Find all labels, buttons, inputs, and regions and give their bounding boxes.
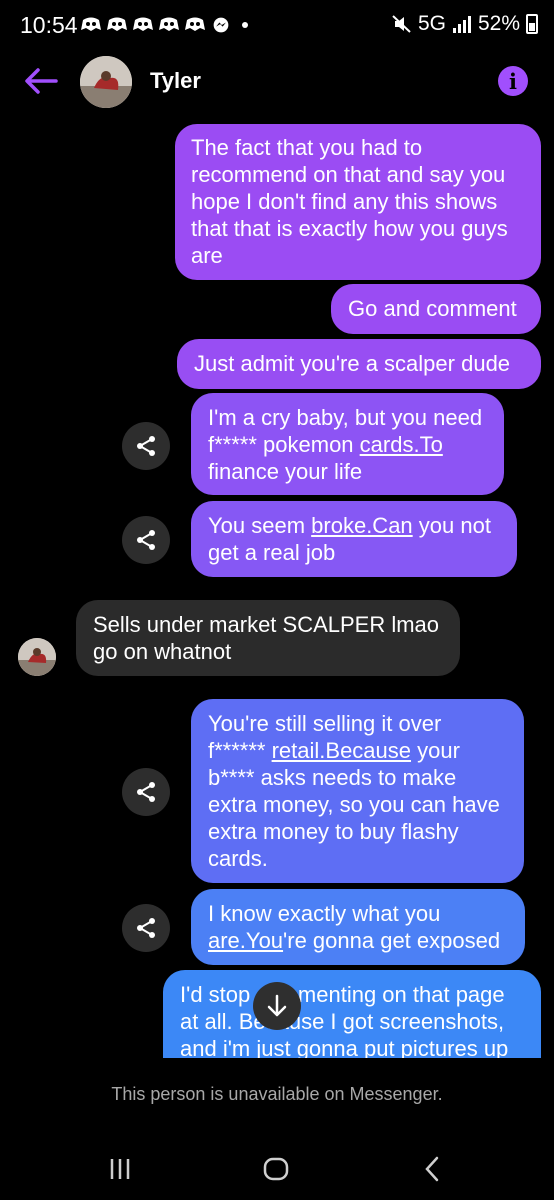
message-line: Go and comment <box>348 296 517 321</box>
message-line: get a real job <box>208 540 336 565</box>
notification-app-icon <box>107 17 127 31</box>
status-bar: 10:54 5G 52% <box>0 0 554 50</box>
notification-app-icon <box>133 17 153 31</box>
outgoing-message[interactable]: The fact that you had to recommend on th… <box>175 124 541 280</box>
share-button[interactable] <box>122 422 170 470</box>
home-icon[interactable] <box>258 1154 294 1184</box>
message-line: finance your life <box>208 459 363 484</box>
messenger-icon <box>213 17 229 33</box>
share-button[interactable] <box>122 904 170 952</box>
share-icon <box>137 782 155 802</box>
share-button[interactable] <box>122 768 170 816</box>
message-line: Just admit you're a scalper dude <box>194 351 511 376</box>
notification-icons <box>80 14 248 36</box>
outgoing-message[interactable]: Just admit you're a scalper dude <box>177 339 541 389</box>
outgoing-message[interactable]: You seem broke.Can you not get a real jo… <box>191 501 517 577</box>
info-icon[interactable]: i <box>498 66 528 96</box>
outgoing-message[interactable]: I'm a cry baby, but you need f***** poke… <box>191 393 504 495</box>
contact-name[interactable]: Tyler <box>150 68 201 94</box>
message-line: and i'm just gonna put pictures up <box>180 1036 509 1058</box>
notification-app-icon <box>159 17 179 31</box>
share-icon <box>137 436 155 456</box>
battery-icon <box>526 14 538 34</box>
signal-icon <box>452 16 471 33</box>
message-line: recommend on that and say you <box>191 162 506 187</box>
message-line: are <box>191 243 223 268</box>
message-line: I know exactly what you <box>208 901 441 926</box>
message-line: that that is exactly how you guys <box>191 216 508 241</box>
message-line: I'm a cry baby, but you need <box>208 405 483 430</box>
contact-avatar[interactable] <box>80 56 132 108</box>
scroll-to-bottom-button[interactable] <box>253 982 301 1030</box>
network-type: 5G <box>417 12 446 35</box>
outgoing-message[interactable]: I'd stop commenting on that page at all.… <box>163 970 541 1058</box>
unavailable-notice: This person is unavailable on Messenger. <box>111 1084 443 1104</box>
message-line: f****** retail.Because your <box>208 738 460 763</box>
message-line: cards. <box>208 846 268 871</box>
outgoing-message[interactable]: Go and comment <box>331 284 541 334</box>
message-line: extra money to buy flashy <box>208 819 459 844</box>
battery-percent: 52% <box>477 12 520 35</box>
back-chevron-icon[interactable] <box>414 1154 450 1184</box>
message-line: The fact that you had to <box>191 135 423 160</box>
message-line: You're still selling it over <box>208 711 442 736</box>
notification-app-icon <box>185 17 205 31</box>
share-icon <box>137 530 155 550</box>
message-line: at all. Because I got screenshots, <box>180 1009 505 1034</box>
status-right: 5G 52% <box>392 12 538 36</box>
mute-icon <box>392 15 411 33</box>
arrow-left-icon[interactable] <box>22 64 60 98</box>
message-line: hope I don't find any this shows <box>191 189 498 214</box>
share-icon <box>137 918 155 938</box>
incoming-message[interactable]: Sells under market SCALPER lmao go on wh… <box>76 600 460 676</box>
share-button[interactable] <box>122 516 170 564</box>
message-line: Sells under market SCALPER lmao <box>93 612 440 637</box>
notification-app-icon <box>81 17 101 31</box>
outgoing-message[interactable]: I know exactly what you are.You're gonna… <box>191 889 525 965</box>
status-time: 10:54 <box>20 12 78 38</box>
more-notifications-dot <box>242 22 248 28</box>
message-line: b**** asks needs to make <box>208 765 457 790</box>
message-line: f***** pokemon cards.To <box>208 432 443 457</box>
message-line: go on whatnot <box>93 639 232 664</box>
arrow-down-icon <box>267 994 287 1017</box>
recents-icon[interactable] <box>102 1154 138 1184</box>
contact-small-avatar[interactable] <box>18 638 56 676</box>
message-line: extra money, so you can have <box>208 792 500 817</box>
message-line: are.You're gonna get exposed <box>208 928 501 953</box>
chat-header: Tyler i <box>0 50 554 114</box>
system-nav-bar <box>0 1140 554 1200</box>
message-line: You seem broke.Can you not <box>208 513 491 538</box>
message-line: I'd stop commenting on that page <box>180 982 505 1007</box>
outgoing-message[interactable]: You're still selling it over f****** ret… <box>191 699 524 883</box>
